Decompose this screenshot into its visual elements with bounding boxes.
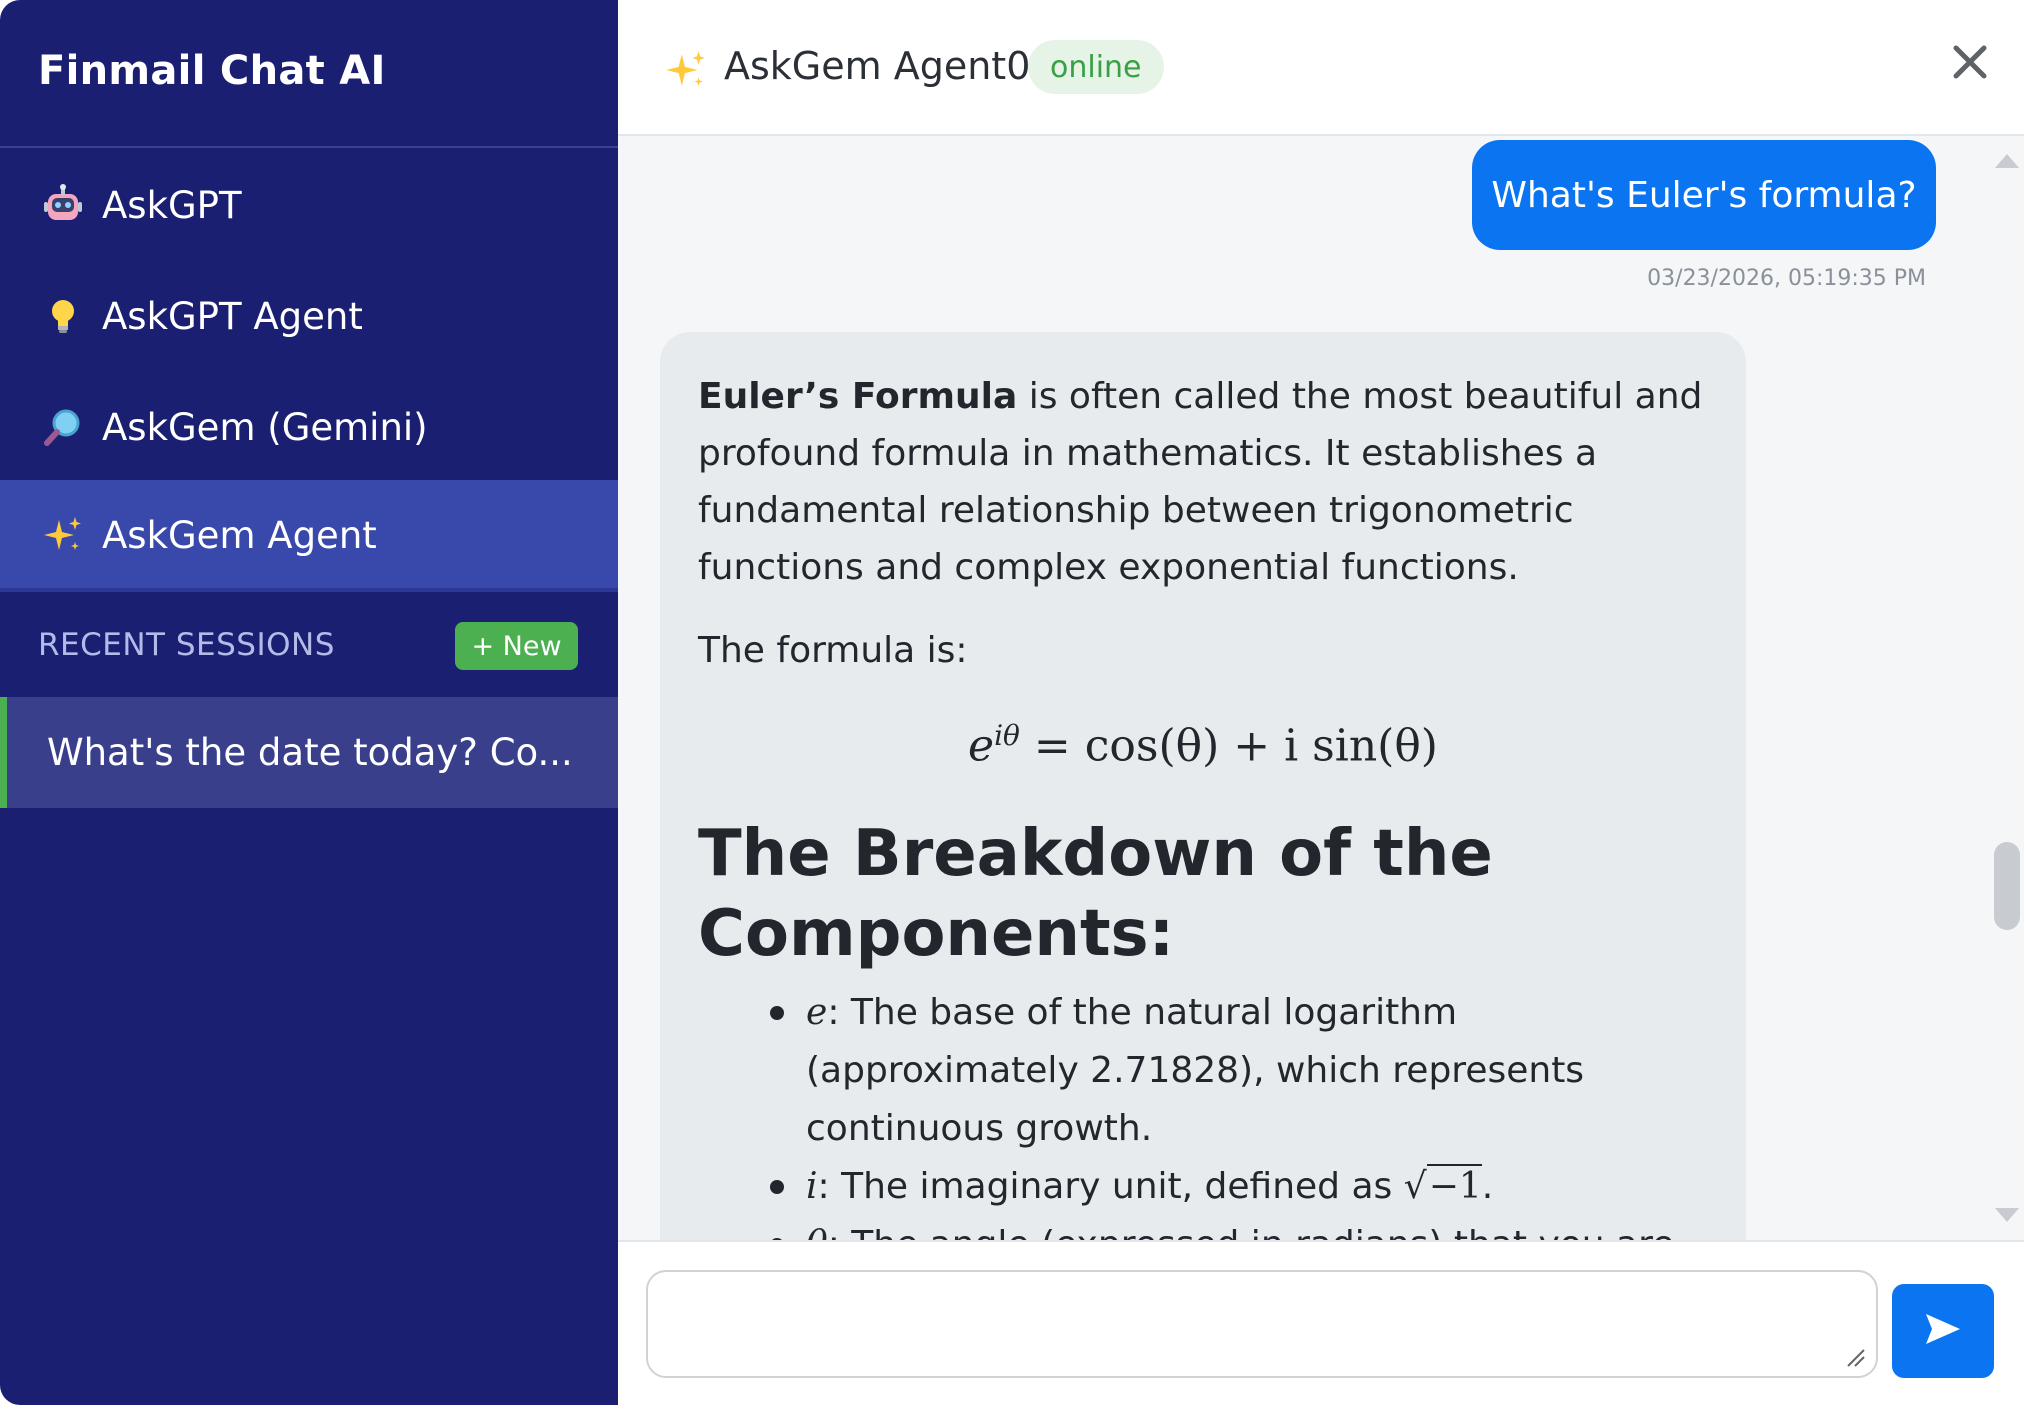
list-item: e: The base of the natural logarithm (ap…: [770, 984, 1708, 1158]
app-title: Finmail Chat AI: [38, 48, 386, 94]
sqrt-expression: √−1: [1403, 1163, 1482, 1207]
sidebar-item-askgem-gemini[interactable]: AskGem (Gemini): [0, 372, 618, 482]
magnifier-icon: [42, 406, 84, 448]
scroll-down-arrow-icon[interactable]: [1993, 1206, 2021, 1226]
sidebar: Finmail Chat AI AskGPT AskGPT Agent AskG…: [0, 0, 618, 1405]
composer: [618, 1240, 2024, 1407]
scrollbar-thumb[interactable]: [1994, 842, 2020, 930]
reply-heading: The Breakdown of the Components:: [698, 816, 1493, 971]
component-text: : The base of the natural logarithm (app…: [806, 991, 1585, 1149]
chat-panel: AskGem Agent0 online What's Euler's form…: [618, 0, 2024, 1407]
sidebar-item-askgpt-agent[interactable]: AskGPT Agent: [0, 261, 618, 371]
component-symbol: i: [806, 1165, 818, 1207]
formula-exponent: iθ: [994, 719, 1020, 752]
list-item: i: The imaginary unit, defined as √−1.: [770, 1158, 1708, 1216]
message-list: What's Euler's formula? 03/23/2026, 05:1…: [618, 136, 1990, 1240]
component-text: : The angle (expressed in radians) that …: [828, 1224, 1675, 1240]
message-input[interactable]: [646, 1270, 1878, 1378]
formula-intro: The formula is:: [698, 630, 968, 671]
list-item: θ: The angle (expressed in radians) that…: [770, 1216, 1708, 1240]
send-icon: [1924, 1312, 1962, 1350]
sidebar-item-label: AskGPT Agent: [102, 294, 363, 338]
euler-formula: eiθ = cos(θ) + i sin(θ): [698, 719, 1708, 772]
chat-header: AskGem Agent0 online: [618, 0, 2024, 136]
component-text: : The imaginary unit, defined as: [817, 1165, 1404, 1207]
sidebar-item-askgem-agent[interactable]: AskGem Agent: [0, 480, 618, 590]
send-button[interactable]: [1892, 1284, 1994, 1378]
assistant-message-bubble: Euler’s Formula is often called the most…: [660, 332, 1746, 1240]
session-item[interactable]: What's the date today? Co...: [0, 697, 618, 808]
formula-base: e: [968, 720, 995, 772]
reply-bold-lead: Euler’s Formula: [698, 376, 1018, 417]
recent-sessions-heading: RECENT SESSIONS: [38, 627, 335, 663]
formula-rhs: = cos(θ) + i sin(θ): [1033, 720, 1438, 772]
user-message-bubble: What's Euler's formula?: [1472, 140, 1936, 250]
bullet: [770, 1179, 784, 1194]
sidebar-item-label: AskGem Agent: [102, 513, 377, 557]
user-message-text: What's Euler's formula?: [1491, 174, 1917, 216]
close-icon[interactable]: [1948, 40, 1992, 84]
message-timestamp: 03/23/2026, 05:19:35 PM: [1647, 266, 1926, 291]
component-symbol: θ: [806, 1224, 828, 1240]
sidebar-active-underline: [0, 588, 618, 592]
component-end: .: [1481, 1165, 1494, 1207]
sidebar-item-askgpt[interactable]: AskGPT: [0, 150, 618, 260]
session-item-label: What's the date today? Co...: [47, 731, 573, 774]
sqrt-radicand: −1: [1426, 1163, 1482, 1207]
lightbulb-icon: [42, 295, 84, 337]
sidebar-item-label: AskGPT: [102, 183, 242, 227]
resize-handle-icon[interactable]: [1844, 1346, 1866, 1368]
sidebar-item-label: AskGem (Gemini): [102, 405, 428, 449]
sparkles-icon: [664, 48, 708, 92]
sparkles-icon: [42, 514, 84, 556]
reply-intro: Euler’s Formula is often called the most…: [698, 368, 1708, 596]
agent-name: AskGem Agent0: [724, 44, 1031, 88]
chat-app: Finmail Chat AI AskGPT AskGPT Agent AskG…: [0, 0, 2024, 1407]
status-badge: online: [1028, 40, 1164, 94]
bullet: [770, 1005, 784, 1020]
sidebar-divider: [0, 146, 618, 148]
components-list: e: The base of the natural logarithm (ap…: [698, 984, 1708, 1240]
scroll-up-arrow-icon[interactable]: [1993, 150, 2021, 170]
robot-icon: [42, 184, 84, 226]
component-symbol: e: [806, 991, 828, 1033]
chat-scrollbar[interactable]: [1990, 136, 2024, 1240]
new-session-button[interactable]: + New: [455, 622, 578, 670]
